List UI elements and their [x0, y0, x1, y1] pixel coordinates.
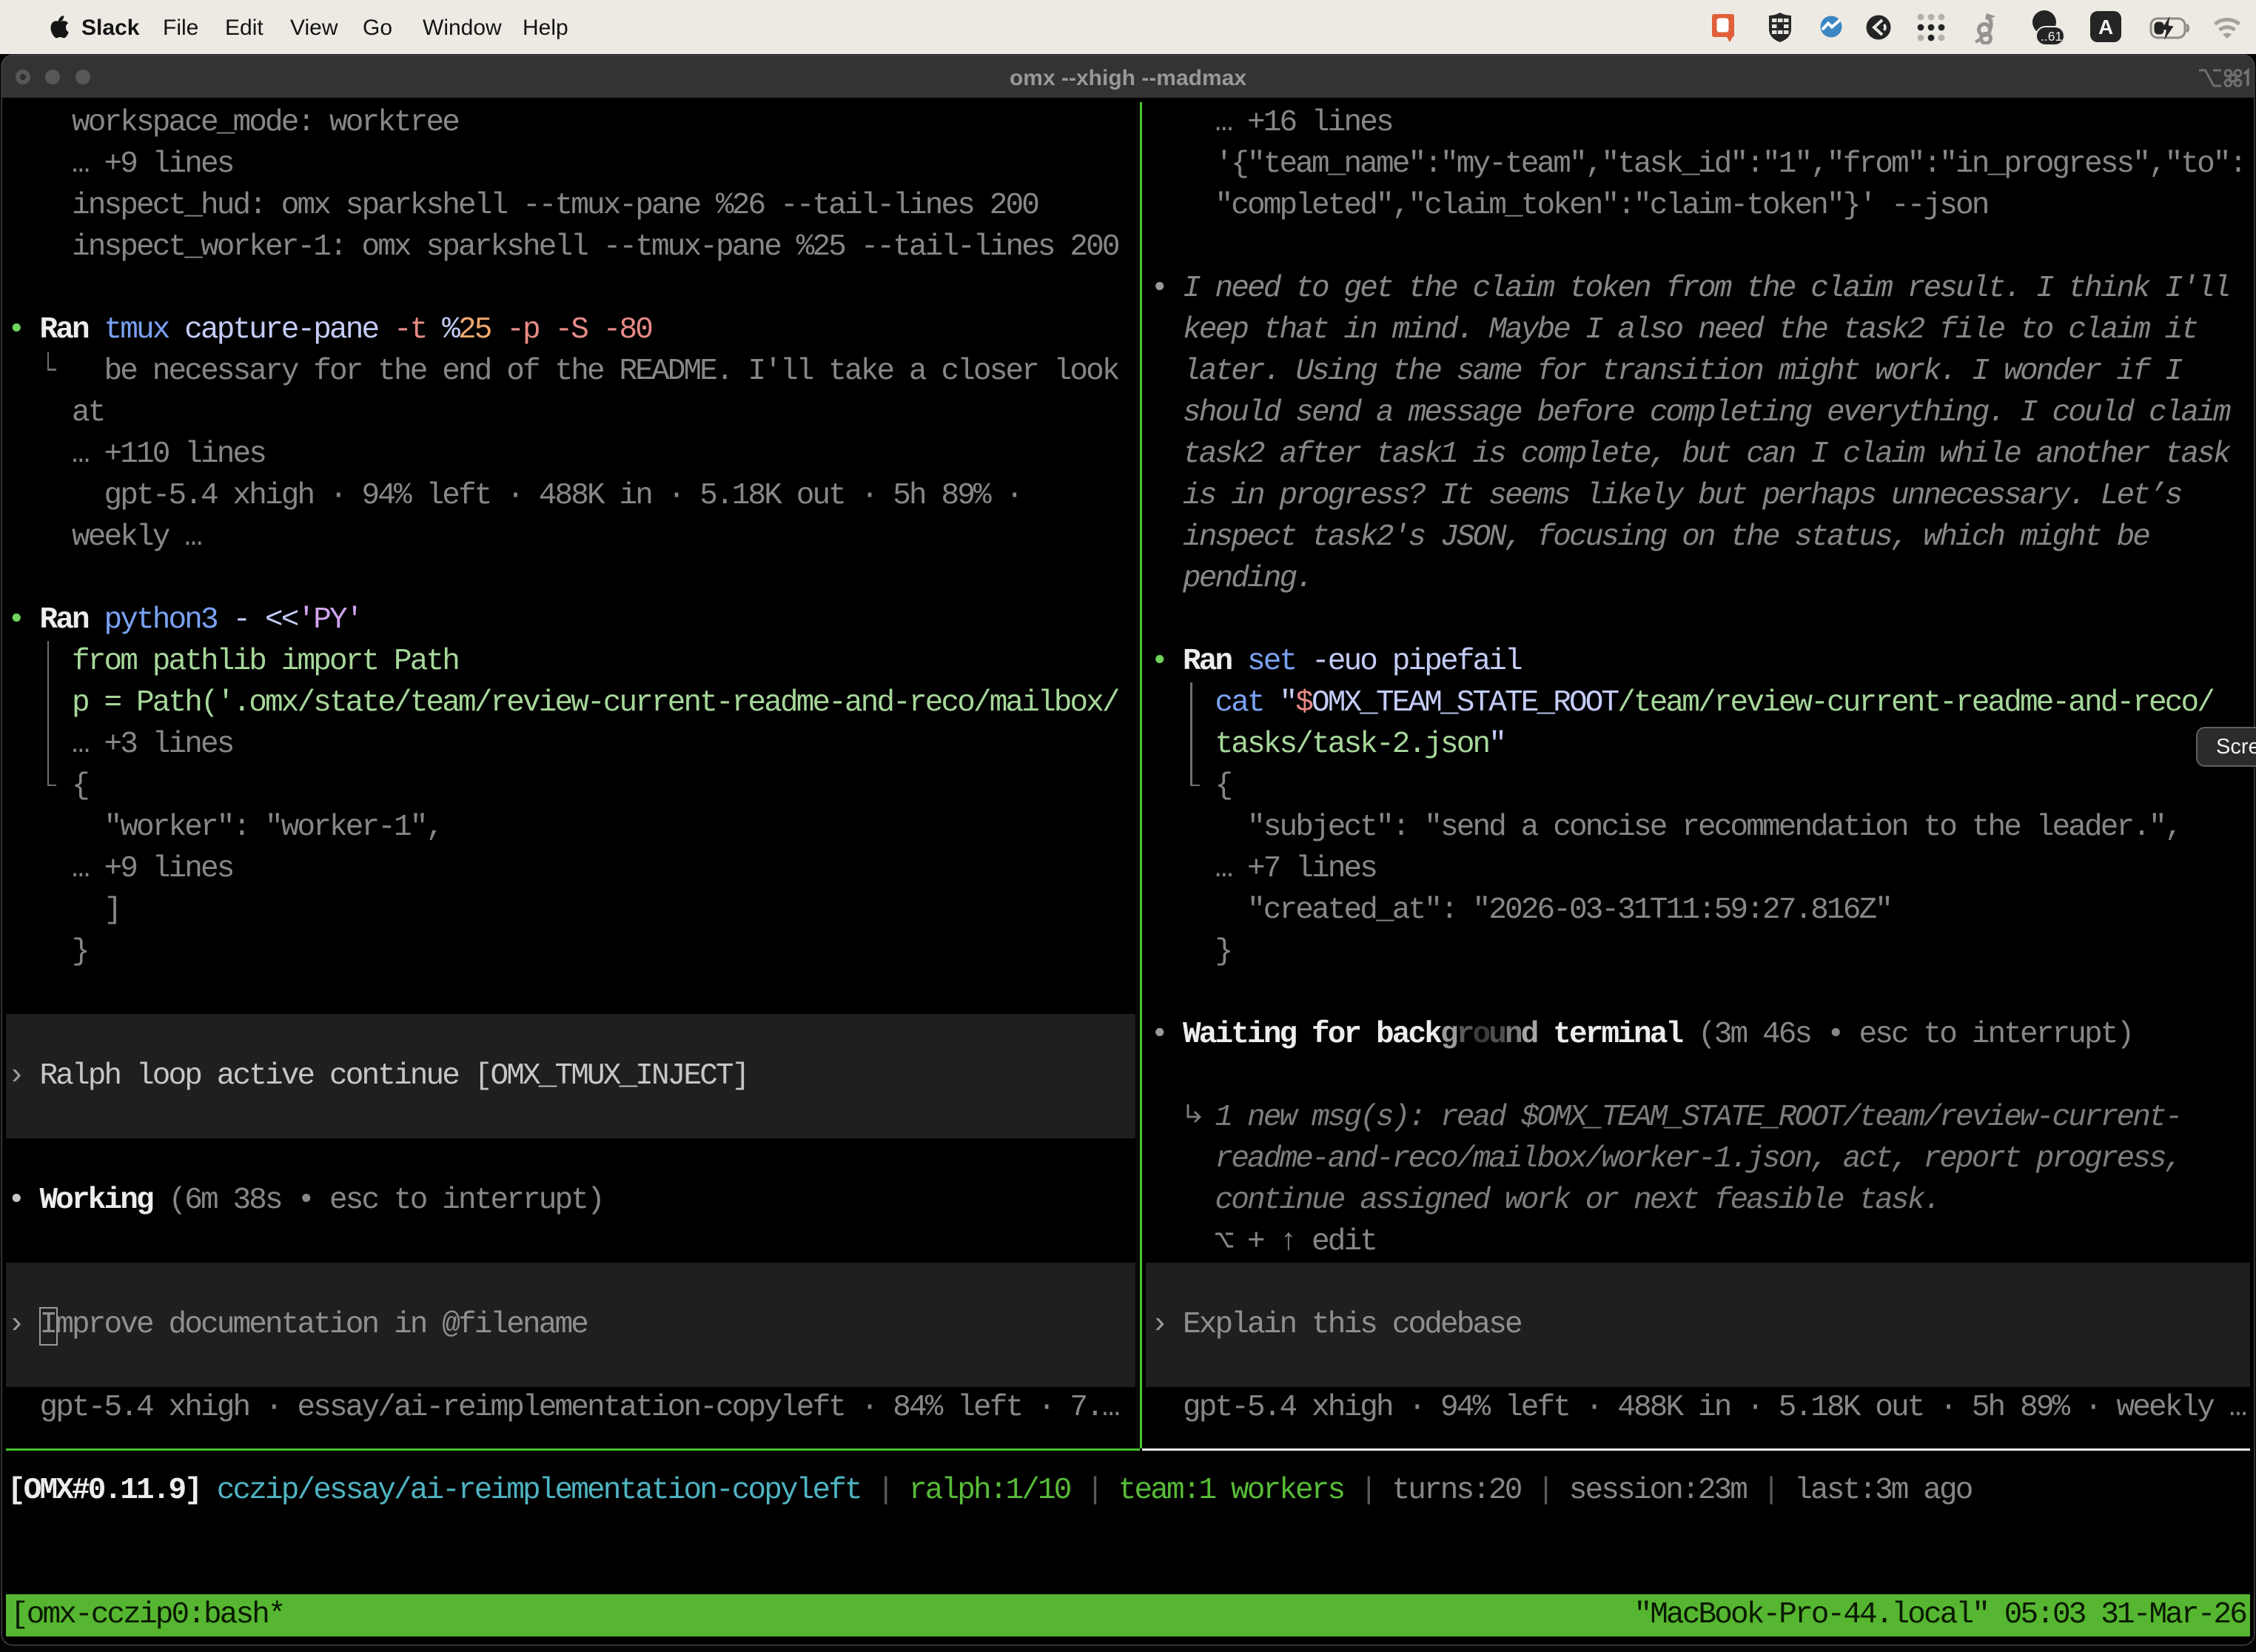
svg-text:..61: ..61	[2041, 29, 2062, 44]
svg-text:A: A	[2098, 16, 2113, 38]
